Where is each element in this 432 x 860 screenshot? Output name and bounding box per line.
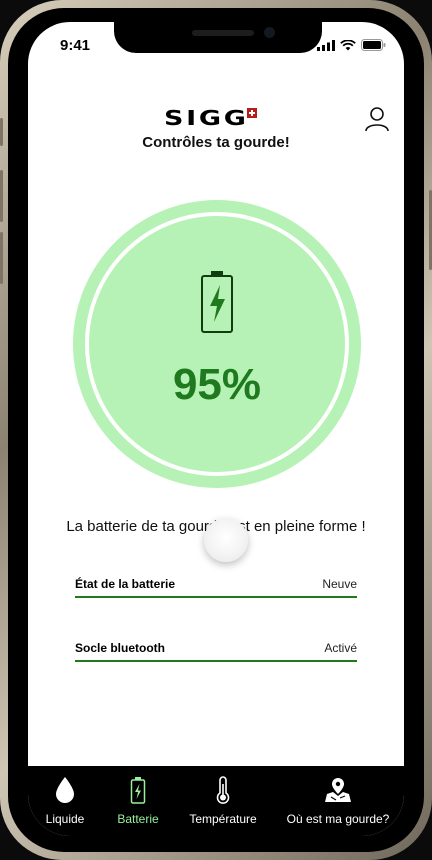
status-battery-icon <box>361 39 386 51</box>
battery-icon <box>130 777 146 804</box>
detail-label: Socle bluetooth <box>75 641 165 655</box>
cellular-signal-icon <box>317 39 335 51</box>
battery-charging-icon <box>201 271 233 333</box>
phone-frame: 9:41 SIGG Contrôles ta gourde! 95% La ba… <box>0 0 432 860</box>
gauge-ring <box>85 212 349 476</box>
page-title: Contrôles ta gourde! <box>142 134 290 151</box>
front-camera <box>264 27 275 38</box>
mute-switch <box>0 118 3 146</box>
tab-label: Liquide <box>45 812 85 826</box>
tab-temperature[interactable]: Température <box>174 766 272 836</box>
detail-row-battery-state: État de la batterie Neuve <box>75 572 357 598</box>
speaker <box>192 30 254 36</box>
battery-percent: 95% <box>172 360 262 409</box>
detail-row-bluetooth: Socle bluetooth Activé <box>75 636 357 662</box>
tab-label: Où est ma gourde? <box>286 812 390 826</box>
tab-label: Température <box>189 812 257 826</box>
detail-value: Neuve <box>322 577 357 591</box>
screen: 9:41 SIGG Contrôles ta gourde! 95% La ba… <box>28 22 404 836</box>
logo-text: SIGG <box>163 106 249 130</box>
volume-up-button <box>0 170 3 222</box>
detail-label: État de la batterie <box>75 577 176 591</box>
detail-value: Activé <box>324 641 357 655</box>
drop-icon <box>56 777 74 803</box>
tab-label: Batterie <box>117 812 159 826</box>
volume-down-button <box>0 232 3 284</box>
touch-indicator <box>204 518 248 562</box>
sigg-logo: SIGG <box>28 106 404 130</box>
profile-icon[interactable] <box>364 106 390 132</box>
status-time: 9:41 <box>60 37 91 54</box>
swiss-cross-icon <box>247 108 258 118</box>
map-pin-icon <box>325 778 351 802</box>
tab-batterie[interactable]: Batterie <box>102 766 174 836</box>
battery-gauge: 95% <box>73 200 361 488</box>
bottom-tab-bar: Liquide Batterie Température Où est ma g… <box>28 766 404 836</box>
notch <box>114 22 322 53</box>
tab-ou-est-ma-gourde[interactable]: Où est ma gourde? <box>272 766 404 836</box>
status-icons <box>317 39 386 51</box>
thermometer-icon <box>216 776 230 804</box>
wifi-icon <box>340 39 356 50</box>
tab-liquide[interactable]: Liquide <box>28 766 102 836</box>
